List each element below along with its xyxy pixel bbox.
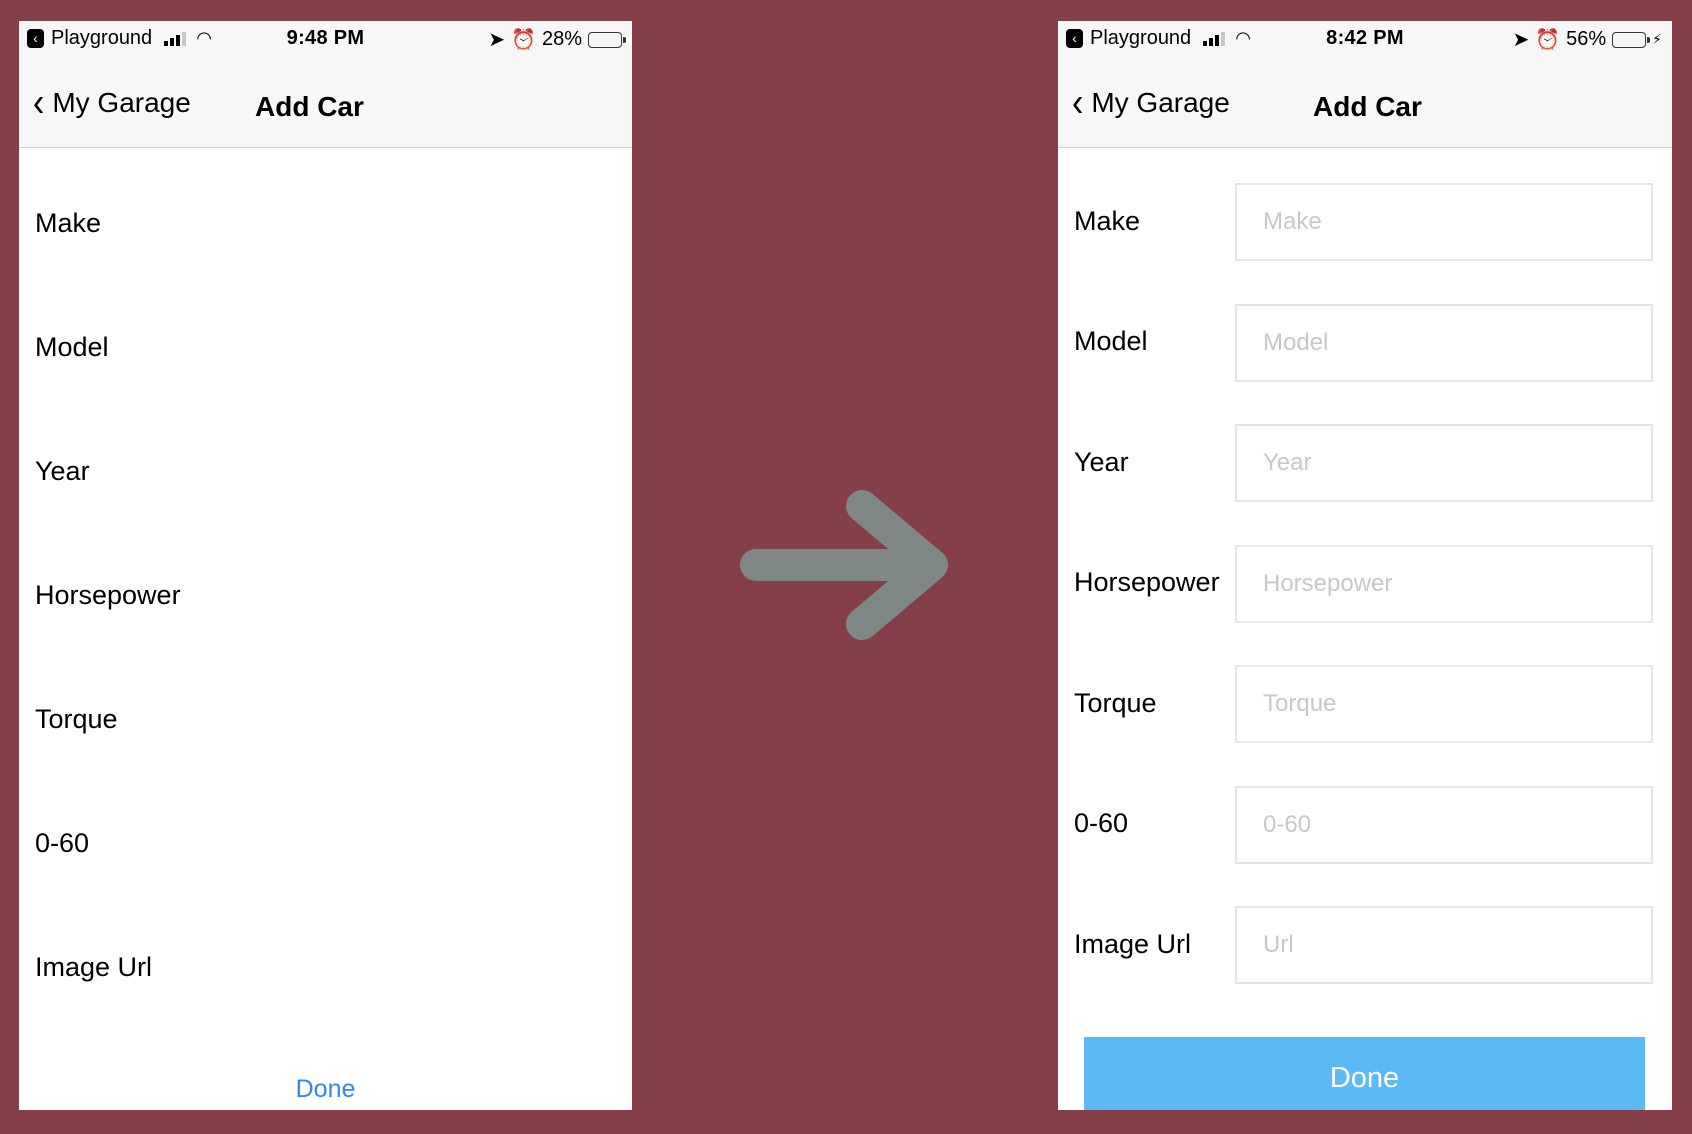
field-label-make: Make	[35, 208, 102, 238]
after-screen: ‹ Playground ◠ 8:42 PM ➤ ⏰ 56% ⚡ ‹ My Ga…	[1058, 21, 1672, 1110]
navigation-bar: ‹ My Garage Add Car	[1058, 57, 1672, 148]
field-label-year: Year	[35, 456, 90, 486]
done-button[interactable]: Done	[1084, 1037, 1645, 1110]
field-label-model: Model	[1074, 326, 1148, 356]
field-label-zero-to-sixty: 0-60	[35, 828, 90, 858]
field-label-zero-to-sixty: 0-60	[1074, 808, 1129, 838]
form-area: Make Model Year Horsepower Torque 0-60 I…	[19, 148, 632, 1110]
field-label-horsepower: Horsepower	[35, 580, 181, 610]
battery-icon	[1612, 31, 1651, 48]
field-label-image-url: Image Url	[1074, 929, 1192, 959]
field-label-image-url: Image Url	[35, 952, 153, 982]
image-url-input[interactable]: Url	[1235, 906, 1653, 984]
alarm-icon: ⏰	[1535, 29, 1561, 51]
back-button-label: My Garage	[1091, 87, 1230, 118]
charging-bolt-icon: ⚡	[1652, 31, 1662, 47]
right-arrow-icon	[740, 490, 948, 640]
chevron-left-icon: ‹	[1072, 80, 1084, 126]
back-button[interactable]: ‹ My Garage	[33, 80, 191, 126]
back-button-label: My Garage	[52, 87, 191, 118]
location-icon: ➤	[488, 29, 506, 51]
page-title: Add Car	[1313, 91, 1422, 122]
status-bar: ‹ Playground ◠ 9:48 PM ➤ ⏰ 28%	[19, 21, 632, 57]
alarm-icon: ⏰	[511, 29, 536, 51]
torque-input[interactable]: Torque	[1235, 665, 1653, 743]
back-button[interactable]: ‹ My Garage	[1072, 80, 1230, 126]
done-button[interactable]: Done	[19, 1075, 632, 1104]
field-label-horsepower: Horsepower	[1074, 567, 1220, 597]
model-input[interactable]: Model	[1235, 304, 1653, 382]
field-label-year: Year	[1074, 447, 1129, 477]
page-title: Add Car	[255, 91, 364, 122]
field-label-torque: Torque	[1074, 688, 1157, 718]
battery-percentage: 56%	[1566, 28, 1607, 50]
field-label-torque: Torque	[35, 704, 118, 734]
chevron-left-icon: ‹	[33, 80, 45, 126]
field-label-model: Model	[35, 332, 109, 362]
location-icon: ➤	[1512, 29, 1530, 51]
navigation-bar: ‹ My Garage Add Car	[19, 57, 632, 148]
year-input[interactable]: Year	[1235, 424, 1653, 502]
status-bar: ‹ Playground ◠ 8:42 PM ➤ ⏰ 56% ⚡	[1058, 21, 1672, 57]
make-input[interactable]: Make	[1235, 183, 1653, 261]
before-screen: ‹ Playground ◠ 9:48 PM ➤ ⏰ 28% ‹ My Gara…	[19, 21, 632, 1110]
horsepower-input[interactable]: Horsepower	[1235, 545, 1653, 623]
battery-icon	[588, 31, 626, 48]
field-label-make: Make	[1074, 206, 1141, 236]
zero-to-sixty-input[interactable]: 0-60	[1235, 786, 1653, 864]
form-area: Make Make Model Model Year Year Horsepow…	[1058, 148, 1672, 1110]
battery-percentage: 28%	[541, 28, 582, 50]
